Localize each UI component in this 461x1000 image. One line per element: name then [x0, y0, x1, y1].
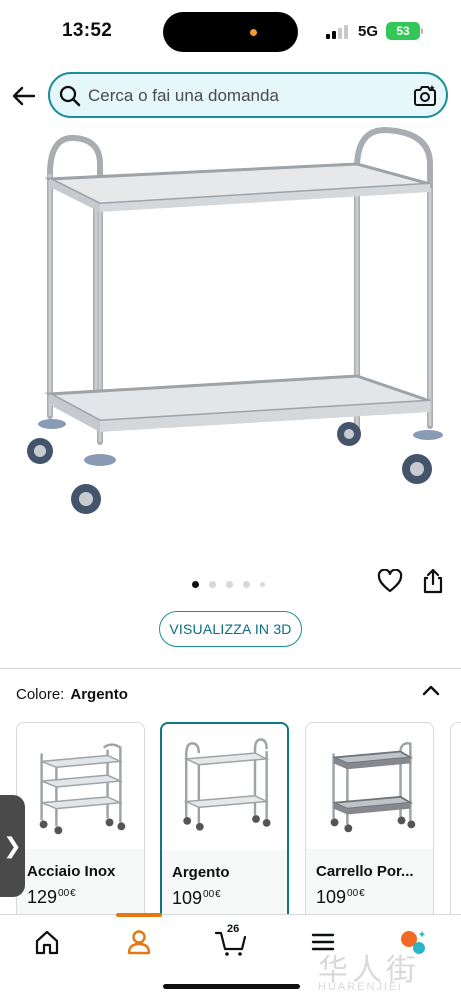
home-icon[interactable]: [32, 927, 62, 957]
image-pagination-dots[interactable]: [192, 576, 275, 589]
dynamic-island: [163, 12, 298, 52]
search-input[interactable]: [88, 84, 408, 108]
color-variant-card-selected[interactable]: Argento 10900€: [160, 722, 289, 922]
search-bar[interactable]: [48, 72, 448, 118]
privacy-indicator-dot: [250, 29, 257, 36]
color-variant-card[interactable]: Acciaio Inox 12900€: [16, 722, 145, 922]
color-label-text: Colore:: [16, 686, 65, 703]
variant-thumbnail-tray-trolley: [330, 742, 416, 833]
home-indicator: [163, 984, 300, 989]
cellular-signal-icon: [326, 25, 352, 39]
variant-thumbnail-two-shelf-trolley: [183, 738, 271, 831]
variant-thumbnail-three-shelf-trolley: [39, 743, 126, 835]
account-icon[interactable]: [124, 927, 154, 957]
variant-info: Argento 10900€: [162, 850, 287, 920]
product-image[interactable]: [0, 124, 461, 554]
battery-icon: 53: [386, 22, 420, 40]
color-variant-card[interactable]: Carrello Por... 10900€: [305, 722, 434, 922]
color-selector-label[interactable]: Colore: Argento: [16, 686, 128, 703]
battery-tip: [421, 28, 423, 34]
pagination-dot[interactable]: [226, 581, 233, 589]
pagination-dot[interactable]: [260, 582, 265, 588]
search-icon: [59, 85, 81, 107]
variant-name: Argento: [172, 864, 230, 881]
variant-price: 10900€: [172, 888, 221, 908]
share-icon[interactable]: [422, 568, 444, 594]
watermark: 华人街 HUARENJIEi: [312, 945, 452, 995]
pagination-dot[interactable]: [209, 581, 216, 589]
cart-count-badge: 26: [227, 923, 240, 935]
variant-info: Carrello Por... 10900€: [306, 849, 433, 921]
color-variant-card-partial[interactable]: [450, 722, 461, 922]
side-drawer-handle[interactable]: ❯: [0, 795, 25, 897]
variant-price: 12900€: [27, 887, 76, 907]
back-arrow-icon[interactable]: [10, 82, 38, 110]
camera-icon[interactable]: [412, 83, 438, 109]
network-type: 5G: [358, 23, 379, 40]
nav-active-indicator: [116, 913, 162, 917]
pagination-dot[interactable]: [243, 581, 250, 589]
variant-name: Acciaio Inox: [27, 863, 116, 880]
heart-icon[interactable]: [377, 569, 403, 593]
color-selected-value: Argento: [70, 686, 128, 703]
view-in-3d-button[interactable]: VISUALIZZA IN 3D: [159, 611, 302, 647]
section-divider: [0, 668, 461, 669]
pagination-dot-active[interactable]: [192, 581, 199, 589]
chevron-up-icon[interactable]: [421, 682, 441, 698]
status-bar: 13:52 5G 53: [0, 0, 461, 62]
variant-info: Acciaio Inox 12900€: [17, 849, 144, 921]
variant-name: Carrello Por...: [316, 863, 414, 880]
variant-price: 10900€: [316, 887, 365, 907]
status-time: 13:52: [62, 20, 113, 41]
watermark-latin-text: HUARENJIEi: [318, 981, 403, 993]
chevron-right-icon: ❯: [3, 833, 22, 858]
